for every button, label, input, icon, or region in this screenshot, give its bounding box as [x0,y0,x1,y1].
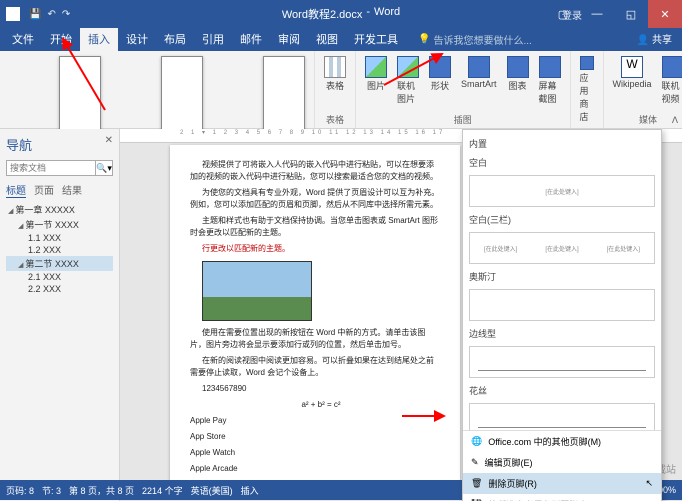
online-picture-button[interactable]: 联机图片 [394,55,422,106]
gallery-item-filigree[interactable] [469,403,655,430]
page[interactable]: 视频提供了可将嵌入人代码的嵌入代码中进行粘贴，可以在想要添加的视频的嵌入代码中进… [170,145,460,493]
tab-devtools[interactable]: 开发工具 [346,28,406,51]
gallery-item-label: 花丝 [469,381,655,400]
paragraph: 视频提供了可将嵌入人代码的嵌入代码中进行粘贴，可以在想要添加的视频的嵌入代码中进… [190,159,440,183]
table-button[interactable]: 表格 [321,55,349,93]
picture-button[interactable]: 图片 [362,55,390,93]
screenshot-button[interactable]: 屏幕截图 [536,55,564,106]
tab-mailings[interactable]: 邮件 [232,28,270,51]
navigation-pane: ✕ 导航 🔍▾ 标题 页面 结果 ◢第一章 XXXXX ◢第一节 XXXX 1.… [0,129,120,501]
close-button[interactable]: ✕ [648,0,682,28]
smartart-button[interactable]: SmartArt [458,55,500,90]
paragraph: 在新的阅读视图中阅读更加容易。可以折叠如果在达到结尾处之前需要停止读取，Word… [190,355,440,379]
tell-me[interactable]: 💡告诉我您想要做什么... [410,28,540,51]
nav-tree-item[interactable]: 2.1 XXX [6,271,113,283]
paragraph: 主题和样式也有助于文档保持协调。当您单击图表或 SmartArt 图形时会更改以… [190,215,440,239]
maximize-button[interactable]: ◱ [614,0,648,28]
nav-tree-item[interactable]: ◢第一节 XXXX [6,217,113,232]
footer-gallery: 内置 空白 [在此处键入] 空白(三栏) [在此处键入][在此处键入][在此处键… [462,129,662,501]
app-icon [6,7,20,21]
gallery-edit-footer[interactable]: ✎编辑页脚(E) [463,452,661,473]
group-tables-label: 表格 [326,113,344,128]
app-name: Word [374,6,400,22]
group-illus-label: 插图 [454,113,472,128]
tab-review[interactable]: 审阅 [270,28,308,51]
status-lang[interactable]: 英语(美国) [191,484,233,497]
gallery-remove-footer[interactable]: 🗑删除页脚(R)↖ [463,473,661,494]
tab-file[interactable]: 文件 [4,28,42,51]
list-item: Apple Pay [190,415,440,427]
status-insert[interactable]: 插入 [241,484,259,497]
gallery-item-sideline[interactable] [469,346,655,378]
document-area: 2 1 ▾ 1 2 3 4 5 6 7 8 9 10 11 12 13 14 1… [120,129,682,501]
gallery-item-blank3[interactable]: [在此处键入][在此处键入][在此处键入] [469,232,655,264]
ribbon: 封面 空白页 分页 页面 表格 表格 图片 联机图片 形状 SmartArt 图… [0,51,682,129]
nav-tab-results[interactable]: 结果 [62,182,82,198]
tab-home[interactable]: 开始 [42,28,80,51]
gallery-item-label: 边线型 [469,324,655,343]
remove-icon: 🗑 [471,478,482,489]
ribbon-tabs: 文件 开始 插入 设计 布局 引用 邮件 审阅 视图 开发工具 💡告诉我您想要做… [0,28,682,51]
nav-tree-item[interactable]: ◢第一章 XXXXX [6,202,113,217]
nav-tree: ◢第一章 XXXXX ◢第一节 XXXX 1.1 XXX 1.2 XXX ◢第二… [6,202,113,295]
group-media-label: 媒体 [639,113,657,128]
inline-image[interactable] [202,261,312,321]
gallery-item-label: 奥斯汀 [469,267,655,286]
tab-design[interactable]: 设计 [118,28,156,51]
gallery-more-office[interactable]: 🌐Office.com 中的其他页脚(M) [463,431,661,452]
tab-layout[interactable]: 布局 [156,28,194,51]
gallery-item-label: 空白 [469,153,655,172]
doc-title: Word教程2.docx [282,6,363,22]
paragraph: 使用在需要位置出现的新按钮在 Word 中新的方式。请单击该图片，图片旁边将会显… [190,327,440,351]
nav-tree-item[interactable]: ◢第二节 XXXX [6,256,113,271]
status-pageof[interactable]: 第 8 页，共 8 页 [69,484,134,497]
nav-search-icon[interactable]: 🔍▾ [95,160,113,176]
status-words[interactable]: 2214 个字 [142,484,183,497]
paragraph: 行更改以匹配新的主题。 [190,243,440,255]
paragraph: 为使您的文档具有专业外观，Word 提供了页眉设计可以互为补充。例如，您可以添加… [190,187,440,211]
list-item: Apple Arcade [190,463,440,475]
ribbon-options-icon[interactable]: ▢ [546,0,580,28]
quick-access-toolbar[interactable]: 💾↶↷ [26,8,73,20]
nav-search-input[interactable] [6,160,95,176]
gallery-item-olsen[interactable] [469,289,655,321]
gallery-item-label: 空白(三栏) [469,210,655,229]
tab-references[interactable]: 引用 [194,28,232,51]
nav-tab-pages[interactable]: 页面 [34,182,54,198]
list-item: Apple Watch [190,447,440,459]
share-button[interactable]: 👤 共享 [627,28,682,51]
collapse-ribbon-icon[interactable]: ᐱ [672,115,678,126]
title-bar: 💾↶↷ Word教程2.docx - Word 登录 ▢ — ◱ ✕ [0,0,682,28]
tab-insert[interactable]: 插入 [80,28,118,51]
status-section[interactable]: 节: 3 [42,484,61,497]
status-page[interactable]: 页码: 8 [6,484,34,497]
store-button[interactable]: 应用商店 [577,55,597,124]
chart-button[interactable]: 图表 [504,55,532,93]
edit-icon: ✎ [471,457,479,468]
nav-tree-item[interactable]: 1.1 XXX [6,232,113,244]
gallery-section-label: 内置 [469,134,655,153]
wikipedia-button[interactable]: WWikipedia [610,55,655,90]
online-video-button[interactable]: 联机视频 [659,55,682,106]
paragraph: 1234567890 [190,383,440,395]
list-item: App Store [190,431,440,443]
nav-tab-headings[interactable]: 标题 [6,182,26,198]
tab-view[interactable]: 视图 [308,28,346,51]
paragraph: a² + b² = c² [190,399,440,411]
cursor-icon: ↖ [645,478,653,489]
gallery-item-blank[interactable]: [在此处键入] [469,175,655,207]
shapes-button[interactable]: 形状 [426,55,454,93]
nav-title: 导航 [6,135,113,154]
nav-close-icon[interactable]: ✕ [105,135,113,146]
globe-icon: 🌐 [471,436,482,447]
nav-tree-item[interactable]: 1.2 XXX [6,244,113,256]
minimize-button[interactable]: — [580,0,614,28]
nav-tree-item[interactable]: 2.2 XXX [6,283,113,295]
